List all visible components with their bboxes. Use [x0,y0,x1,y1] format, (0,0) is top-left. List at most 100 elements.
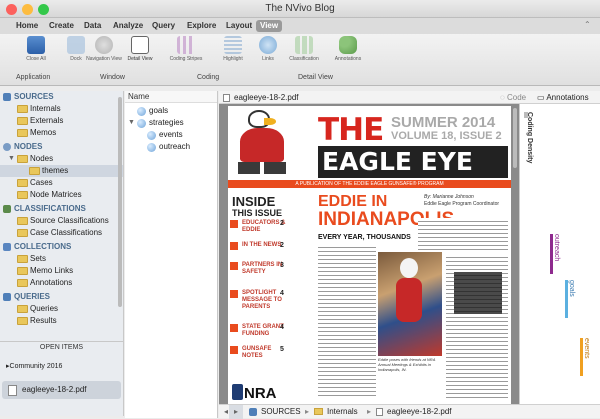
sources-icon [3,93,11,101]
pdf-viewer[interactable]: THE SUMMER 2014 VOLUME 18, ISSUE 2 EAGLE… [219,104,519,404]
stripe-events-label[interactable]: events [583,338,590,359]
node-outreach[interactable]: outreach [125,141,217,153]
tab-analyze[interactable]: Analyze [109,20,147,32]
disclosure-open-icon[interactable]: ▼ [128,117,135,129]
byline: By: Marianne Johnson [424,194,474,200]
breadcrumb-internals[interactable]: Internals [327,405,358,419]
nav-item-memo-links[interactable]: Memo Links [0,265,123,277]
nav-item-sets[interactable]: Sets [0,253,123,265]
section-queries[interactable]: QUERIES [0,291,123,303]
nav-item-externals[interactable]: Externals [0,115,123,127]
article-column-1 [318,244,376,399]
coding-stripes-button[interactable]: Coding Stripes [168,36,204,70]
breadcrumb-file[interactable]: eagleeye-18-2.pdf [387,405,452,419]
tab-create[interactable]: Create [45,20,78,32]
node-icon [147,131,156,140]
annotations-toggle[interactable]: ▭ Annotations [537,91,589,104]
tab-explore[interactable]: Explore [183,20,220,32]
annotations-button[interactable]: Annotations [330,36,366,70]
navigation-view-button[interactable]: Navigation View [86,36,122,70]
node-goals[interactable]: goals [125,105,217,117]
toc-icon [230,262,238,270]
toc-page: 2 [280,242,284,249]
section-sources[interactable]: SOURCES [0,91,123,103]
node-strategies[interactable]: ▼ strategies [125,117,217,129]
nav-item-source-classifications[interactable]: Source Classifications [0,215,123,227]
folder-icon [17,217,28,225]
node-icon [137,107,146,116]
nav-item-results[interactable]: Results [0,315,123,327]
expand-right-icon[interactable]: ▸ [229,405,243,419]
column-header-name[interactable]: Name [125,91,217,103]
nav-item-themes[interactable]: themes [0,165,123,177]
links-button[interactable]: Links [250,36,286,70]
breadcrumb-separator-icon: ▸ [305,407,310,416]
section-classifications[interactable]: CLASSIFICATIONS [0,203,123,215]
eagle-mascot-image [234,110,294,176]
node-events[interactable]: events [125,129,217,141]
folder-icon [17,179,28,187]
pdf-scrollbar[interactable] [513,108,517,168]
classifications-icon [3,205,11,213]
nodes-icon [3,143,11,151]
nav-item-memos[interactable]: Memos [0,127,123,139]
coding-stripes-icon [177,36,195,54]
folder-icon [17,317,28,325]
dock-icon [67,36,85,54]
magnifier-icon [95,36,113,54]
stripe-outreach-label[interactable]: outreach [553,234,560,261]
open-project-item[interactable]: ▸Community 2016 [0,361,123,373]
coded-highlight[interactable] [454,272,502,314]
folder-icon [17,267,28,275]
folder-icon [17,155,28,163]
group-application: Application [16,74,51,81]
nav-scrollbar[interactable] [118,97,122,307]
document-area: eagleeye-18-2.pdf ◌ Code ▭ Annotations T… [219,91,600,419]
nav-item-cases[interactable]: Cases [0,177,123,189]
node-icon [147,143,156,152]
collections-icon [3,243,11,251]
photo-caption: Eddie poses with friends at NRA Annual M… [378,357,436,372]
annotations-icon [339,36,357,54]
highlight-icon [224,36,242,54]
document-tab-name: eagleeye-18-2.pdf [234,93,299,102]
detail-view-icon [131,36,149,54]
classification-icon [295,36,313,54]
folder-icon [17,255,28,263]
open-file-item[interactable]: eagleeye-18-2.pdf [2,381,121,399]
pdf-file-icon [223,94,230,102]
toc-page: 3 [280,262,284,269]
ribbon-collapse-icon[interactable]: ⌃ [584,20,591,29]
folder-icon [17,129,28,137]
document-header: eagleeye-18-2.pdf ◌ Code ▭ Annotations [219,91,600,104]
tab-view[interactable]: View [256,20,283,32]
section-collections[interactable]: COLLECTIONS [0,241,123,253]
toc-icon [230,346,238,354]
highlight-button[interactable]: Highlight [215,36,251,70]
tab-layout[interactable]: Layout [222,20,256,32]
coding-density-bar[interactable] [524,112,528,118]
detail-view-button[interactable]: Detail View [122,36,158,70]
nav-item-node-matrices[interactable]: Node Matrices [0,189,123,201]
nav-item-nodes[interactable]: ▼ Nodes [0,153,123,165]
section-nodes[interactable]: NODES [0,141,123,153]
toc-page: 4 [280,324,284,331]
classification-button[interactable]: Classification [286,36,322,70]
breadcrumb-sources[interactable]: SOURCES [261,405,301,419]
folder-icon [17,229,28,237]
tab-data[interactable]: Data [80,20,105,32]
nav-item-queries[interactable]: Queries [0,303,123,315]
close-all-button[interactable]: Close All [18,36,54,70]
code-button[interactable]: ◌ Code [500,91,526,104]
nav-item-case-classifications[interactable]: Case Classifications [0,227,123,239]
disclosure-open-icon[interactable]: ▼ [8,153,15,165]
tab-home[interactable]: Home [12,20,42,32]
title-bar: The NVivo Blog [0,0,600,18]
close-all-icon [27,36,45,54]
nav-item-internals[interactable]: Internals [0,103,123,115]
nav-item-annotations[interactable]: Annotations [0,277,123,289]
toc-icon [230,290,238,298]
stripe-goals-label[interactable]: goals [568,280,575,297]
tab-query[interactable]: Query [148,20,179,32]
group-coding: Coding [197,74,220,81]
